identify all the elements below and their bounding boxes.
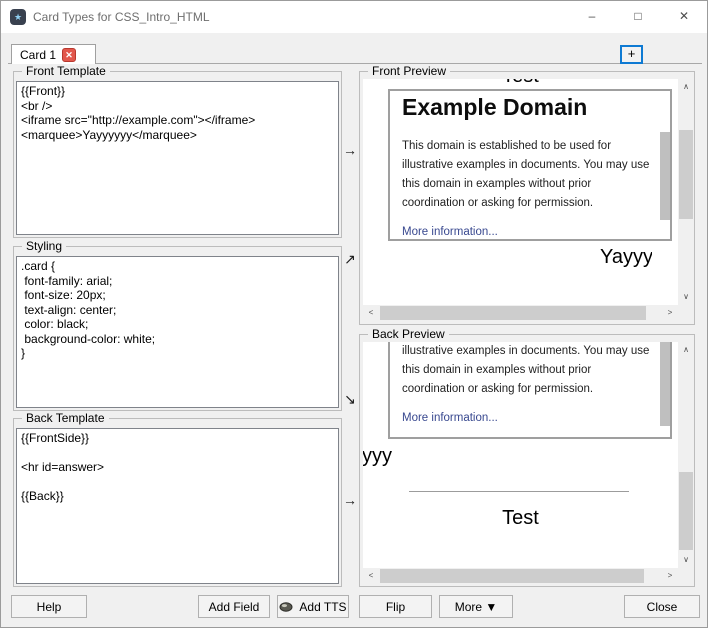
back-answer-text: Test (502, 507, 539, 529)
add-tts-button-label: Add TTS (299, 599, 347, 614)
more-information-link[interactable]: More information... (402, 226, 670, 238)
front-template-group: Front Template {{Front}} <br /> <iframe … (13, 64, 342, 238)
styling-down-arrow-icon: ↘ (344, 391, 356, 407)
example-domain-paragraph: illustrative examples in documents. You … (402, 345, 650, 395)
scrollbar-thumb[interactable] (380, 306, 646, 320)
example-domain-heading: Example Domain (402, 94, 588, 120)
back-preview-webview: illustrative examples in documents. You … (363, 342, 678, 568)
maximize-button[interactable]: □ (615, 1, 661, 32)
back-marquee-clip: yyyy (363, 445, 425, 471)
answer-divider (409, 491, 629, 492)
front-preview-group: Front Preview Test Example Domain This d… (359, 64, 695, 325)
scroll-down-icon[interactable]: ∨ (678, 289, 694, 305)
scrollbar-thumb[interactable] (679, 472, 693, 550)
front-marquee-text: Yayyyy (600, 246, 652, 268)
scroll-down-icon[interactable]: ∨ (678, 552, 694, 568)
styling-group: Styling .card { font-family: arial; font… (13, 239, 342, 411)
example-domain-paragraph: This domain is established to be used fo… (402, 140, 650, 209)
front-template-arrow-icon: → (343, 142, 357, 158)
back-template-arrow-icon: → (343, 492, 357, 508)
scroll-left-icon[interactable]: < (363, 568, 379, 584)
window-title: Card Types for CSS_Intro_HTML (33, 10, 210, 24)
back-marquee-text: yyyy (363, 445, 392, 467)
tab-pane-border (8, 63, 702, 64)
scrollbar-thumb[interactable] (679, 130, 693, 219)
anki-app-icon: ★ (10, 9, 26, 25)
close-button[interactable]: Close (624, 595, 700, 618)
front-preview-label: Front Preview (368, 64, 451, 78)
scroll-right-icon[interactable]: > (662, 305, 678, 321)
front-card-field-clip: Test (363, 79, 678, 86)
title-bar: ★ Card Types for CSS_Intro_HTML – □ ✕ (1, 1, 707, 33)
styling-label: Styling (22, 239, 67, 253)
tab-close-icon[interactable]: ✕ (62, 47, 77, 62)
close-button-label: Close (646, 599, 678, 614)
front-template-label: Front Template (22, 64, 110, 78)
tts-speaker-icon (279, 602, 293, 612)
front-preview-iframe: Example Domain This domain is establishe… (388, 89, 672, 241)
more-information-link[interactable]: More information... (402, 412, 670, 424)
flip-button[interactable]: Flip (359, 595, 432, 618)
scroll-left-icon[interactable]: < (363, 305, 379, 321)
scroll-right-icon[interactable]: > (662, 568, 678, 584)
more-button[interactable]: More ▼ (439, 595, 513, 618)
front-preview-webview: Test Example Domain This domain is estab… (363, 79, 678, 305)
back-preview-group: Back Preview illustrative examples in do… (359, 327, 695, 587)
add-field-button-label: Add Field (208, 599, 260, 614)
front-preview-vertical-scrollbar[interactable]: ∧ ∨ (678, 79, 694, 305)
front-card-field-text: Test (363, 79, 678, 86)
scroll-up-icon[interactable]: ∧ (678, 79, 694, 95)
tab-card-1[interactable]: Card 1 ✕ (11, 44, 96, 64)
front-marquee-clip: Yayyyy (600, 246, 652, 272)
styling-up-arrow-icon: ↗ (344, 251, 356, 267)
card-types-dialog: ★ Card Types for CSS_Intro_HTML – □ ✕ Ca… (0, 0, 708, 628)
back-preview-iframe: illustrative examples in documents. You … (388, 342, 672, 439)
close-window-button[interactable]: ✕ (661, 1, 707, 32)
scroll-up-icon[interactable]: ∧ (678, 342, 694, 358)
help-button[interactable]: Help (11, 595, 87, 618)
scrollbar-thumb[interactable] (380, 569, 644, 583)
back-preview-horizontal-scrollbar[interactable]: < > (363, 568, 678, 584)
front-template-editor[interactable]: {{Front}} <br /> <iframe src="http://exa… (16, 81, 339, 235)
back-template-editor[interactable]: {{FrontSide}} <hr id=answer> {{Back}} (16, 428, 339, 584)
add-tts-button[interactable]: Add TTS (277, 595, 349, 618)
back-preview-vertical-scrollbar[interactable]: ∧ ∨ (678, 342, 694, 568)
tab-card-1-label: Card 1 (20, 47, 57, 62)
minimize-button[interactable]: – (569, 1, 615, 32)
back-preview-label: Back Preview (368, 327, 449, 341)
back-template-group: Back Template {{FrontSide}} <hr id=answe… (13, 411, 342, 587)
more-button-label: More ▼ (454, 599, 498, 614)
iframe-scrollbar-thumb[interactable] (660, 132, 670, 220)
back-template-label: Back Template (22, 411, 109, 425)
iframe-scrollbar-thumb[interactable] (660, 342, 670, 426)
front-preview-horizontal-scrollbar[interactable]: < > (363, 305, 678, 321)
add-field-button[interactable]: Add Field (198, 595, 270, 618)
styling-editor[interactable]: .card { font-family: arial; font-size: 2… (16, 256, 339, 408)
flip-button-label: Flip (385, 599, 406, 614)
help-button-label: Help (36, 599, 62, 614)
add-card-type-button[interactable]: + (620, 45, 643, 64)
